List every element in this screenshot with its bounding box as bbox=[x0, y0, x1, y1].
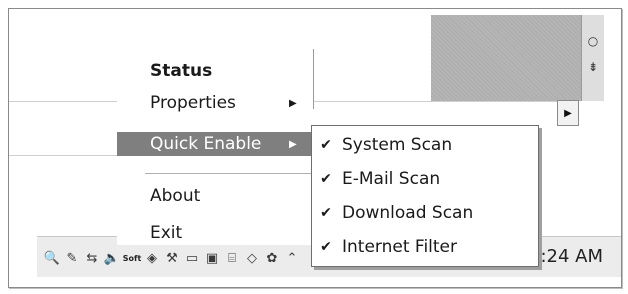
submenu-item-label: Internet Filter bbox=[342, 237, 458, 257]
menu-item-label: About bbox=[150, 186, 201, 206]
submenu-item-system-scan[interactable]: ✔ System Scan bbox=[312, 130, 538, 160]
quick-enable-submenu: ✔ System Scan ✔ E-Mail Scan ✔ Download S… bbox=[311, 125, 539, 267]
hardware-icon[interactable]: ⌸ bbox=[223, 249, 241, 267]
drive-icon[interactable]: ▭ bbox=[183, 249, 201, 267]
menu-item-quick-enable[interactable]: Quick Enable ▶ bbox=[117, 132, 313, 156]
arrow-right-button[interactable]: ▶ bbox=[557, 100, 579, 126]
submenu-item-label: System Scan bbox=[342, 135, 453, 155]
pencil-icon[interactable]: ✎ bbox=[63, 249, 81, 267]
network-icon[interactable]: ⇆ bbox=[83, 249, 101, 267]
submenu-item-label: Download Scan bbox=[342, 203, 474, 223]
chevron-icon[interactable]: ⌃ bbox=[283, 249, 301, 267]
submenu-arrow-icon: ▶ bbox=[289, 97, 297, 109]
menu-separator bbox=[145, 173, 313, 174]
screenshot-frame: ○ ⇟ ▶ 🔍 ✎ ⇆ 🔈 Soft ◈ ⚒ ▭ ▣ ⌸ ◇ ✿ ⌃ 11:24… bbox=[8, 8, 622, 288]
submenu-item-label: E-Mail Scan bbox=[342, 169, 441, 189]
checkmark-icon: ✔ bbox=[320, 171, 332, 187]
monitor-icon[interactable]: ▣ bbox=[203, 249, 221, 267]
menu-item-about[interactable]: About bbox=[117, 184, 313, 208]
menu-item-label: Exit bbox=[150, 223, 183, 243]
submenu-item-download-scan[interactable]: ✔ Download Scan bbox=[312, 198, 538, 228]
checkmark-icon: ✔ bbox=[320, 137, 332, 153]
antivirus-icon[interactable]: ✿ bbox=[263, 249, 281, 267]
shield-icon[interactable]: ◇ bbox=[243, 249, 261, 267]
magnifier-icon[interactable]: 🔍 bbox=[43, 249, 61, 267]
gray-panel bbox=[431, 15, 603, 101]
cube-icon[interactable]: ◈ bbox=[143, 249, 161, 267]
submenu-item-email-scan[interactable]: ✔ E-Mail Scan bbox=[312, 164, 538, 194]
menu-item-label: Properties bbox=[150, 93, 236, 113]
submenu-arrow-icon: ▶ bbox=[289, 138, 297, 150]
menu-item-label: Quick Enable bbox=[150, 134, 262, 154]
tool-icon[interactable]: ⚒ bbox=[163, 249, 181, 267]
menu-item-exit[interactable]: Exit bbox=[117, 221, 313, 245]
scroll-column: ○ ⇟ bbox=[581, 15, 604, 101]
speaker-icon[interactable]: 🔈 bbox=[103, 249, 121, 267]
soft-icon[interactable]: Soft bbox=[123, 249, 142, 267]
context-menu: Status Properties ▶ Quick Enable ▶ About… bbox=[117, 49, 314, 245]
checkmark-icon: ✔ bbox=[320, 205, 332, 221]
scroll-down-button[interactable]: ⇟ bbox=[582, 55, 604, 79]
circle-button[interactable]: ○ bbox=[582, 29, 604, 53]
menu-border bbox=[313, 49, 314, 109]
menu-item-properties[interactable]: Properties ▶ bbox=[117, 91, 313, 115]
checkmark-icon: ✔ bbox=[320, 239, 332, 255]
tray-icons: 🔍 ✎ ⇆ 🔈 Soft ◈ ⚒ ▭ ▣ ⌸ ◇ ✿ ⌃ bbox=[43, 246, 301, 270]
submenu-item-internet-filter[interactable]: ✔ Internet Filter bbox=[312, 232, 538, 262]
menu-item-label: Status bbox=[150, 61, 213, 81]
menu-item-status[interactable]: Status bbox=[117, 59, 313, 83]
